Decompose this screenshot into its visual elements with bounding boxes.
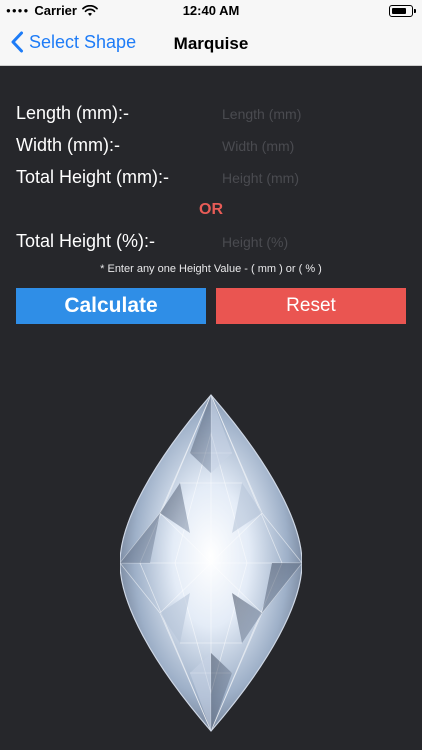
total-height-mm-label: Total Height (mm):-	[16, 167, 170, 187]
page-title: Marquise	[173, 34, 249, 53]
reset-button[interactable]: Reset	[216, 288, 406, 324]
status-time: 12:40 AM	[182, 3, 240, 18]
nav-bar: Select Shape Marquise	[0, 22, 422, 66]
length-label: Length (mm):-	[16, 103, 130, 123]
total-height-mm-input[interactable]	[222, 167, 402, 189]
width-label: Width (mm):-	[16, 135, 120, 155]
total-height-pct-input[interactable]	[222, 231, 402, 253]
battery-fill	[391, 7, 407, 14]
calculate-button[interactable]: Calculate	[16, 288, 206, 324]
status-bar: ●●●● Carrier 12:40 AM	[0, 0, 422, 22]
height-hint: * Enter any one Height Value - ( mm ) or…	[100, 263, 322, 275]
or-separator: OR	[199, 201, 223, 218]
length-input[interactable]	[222, 103, 402, 125]
marquise-diamond-icon	[120, 394, 302, 732]
width-input[interactable]	[222, 135, 402, 157]
total-height-pct-label: Total Height (%):-	[16, 231, 156, 251]
battery-icon	[389, 5, 416, 17]
